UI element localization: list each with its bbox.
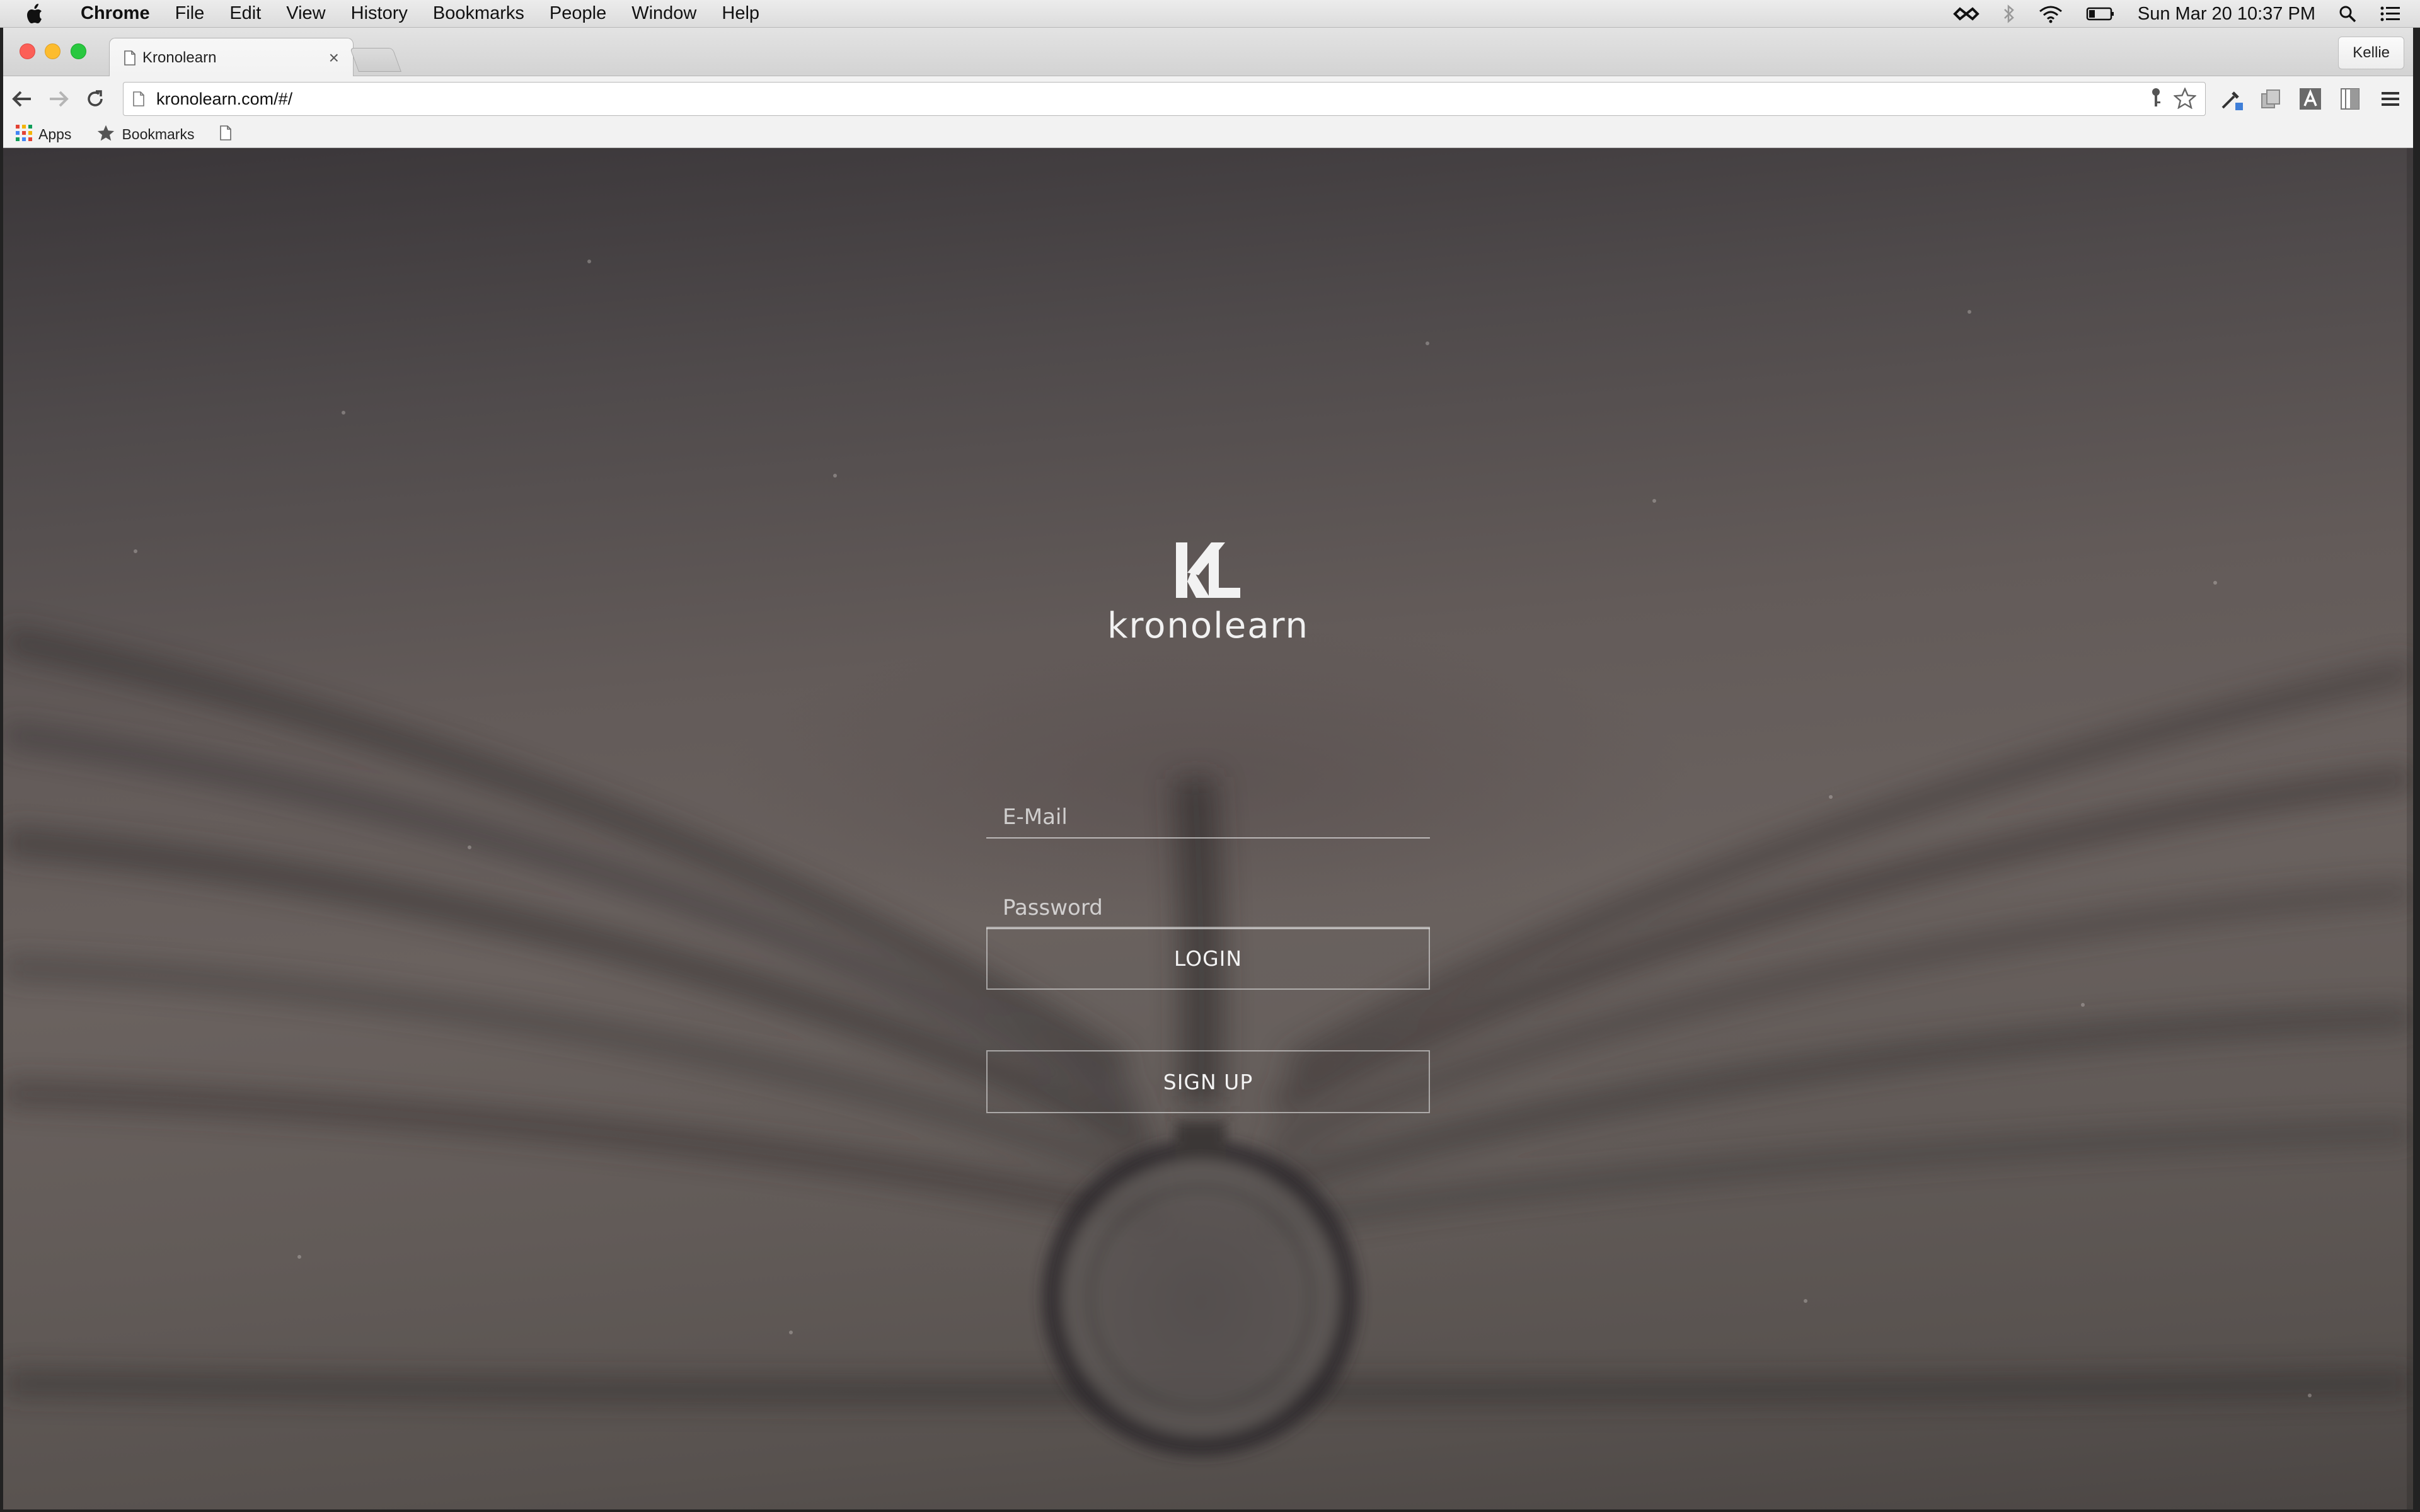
clock[interactable]: Sun Mar 20 10:37 PM [2138,4,2315,25]
chrome-menu-icon[interactable] [2375,84,2406,114]
eyedropper-extension-icon[interactable] [2216,84,2247,114]
login-page: kronolearn LOGIN SIGN UP [3,148,2413,1509]
kronolearn-logo-icon [1176,542,1240,598]
brand-name: kronolearn [1107,605,1310,646]
back-icon[interactable] [4,81,40,117]
close-window-button[interactable] [20,43,35,59]
menu-help[interactable]: Help [709,3,772,24]
wifi-icon[interactable] [2038,4,2063,23]
brand-block: kronolearn [986,540,1430,646]
os-menu-bar: Chrome File Edit View History Bookmarks … [0,0,2420,28]
page-icon [124,50,136,66]
zoom-window-button[interactable] [71,43,86,59]
menu-history[interactable]: History [338,3,420,24]
menu-app-name[interactable]: Chrome [68,3,163,24]
bookmarks-bar: Apps Bookmarks [3,122,2413,148]
bookmark-star-icon[interactable] [2172,86,2198,113]
page-icon [219,125,232,144]
password-field[interactable] [986,869,1430,929]
menu-file[interactable]: File [163,3,217,24]
apps-grid-icon [16,124,32,145]
menu-window[interactable]: Window [619,3,709,24]
address-bar[interactable]: kronolearn.com/#/ [123,82,2206,116]
key-icon[interactable] [2150,88,2162,113]
bookmarks-label: Bookmarks [122,126,195,142]
menu-view[interactable]: View [274,3,338,24]
tab-close-icon[interactable]: × [329,48,339,68]
font-extension-icon[interactable] [2295,84,2325,114]
tab-kronolearn[interactable]: Kronolearn × [109,38,354,77]
reload-icon[interactable] [78,81,113,117]
star-icon [96,124,115,146]
page-edge [2407,148,2413,1509]
browser-toolbar: kronolearn.com/#/ [3,76,2413,122]
url-text[interactable]: kronolearn.com/#/ [156,89,292,109]
forward-icon[interactable] [41,81,76,117]
notification-center-icon[interactable] [2380,5,2401,23]
apple-menu-icon[interactable] [0,3,68,25]
menu-people[interactable]: People [537,3,619,24]
email-field[interactable] [986,778,1430,839]
ruler-extension-icon[interactable] [2335,84,2365,114]
spotlight-search-icon[interactable] [2338,4,2357,23]
menu-edit[interactable]: Edit [217,3,274,24]
login-button[interactable]: LOGIN [986,927,1430,990]
status-area: Sun Mar 20 10:37 PM [1952,0,2420,28]
menu-bookmarks[interactable]: Bookmarks [420,3,537,24]
tab-strip: Kronolearn × Kellie [3,28,2413,77]
page-info-icon[interactable] [132,91,145,106]
copy-extension-icon[interactable] [2256,84,2286,114]
new-tab-button[interactable] [350,48,401,72]
browser-window: Kronolearn × Kellie kronolearn.com/#/ Ap… [3,28,2413,1509]
minimize-window-button[interactable] [45,43,60,59]
bookmarks-folder[interactable]: Bookmarks [84,124,207,146]
signup-button[interactable]: SIGN UP [986,1050,1430,1113]
profile-button[interactable]: Kellie [2338,37,2404,69]
battery-icon[interactable] [2086,6,2115,21]
apps-label: Apps [38,126,72,142]
bluetooth-icon[interactable] [2003,4,2015,23]
tab-title: Kronolearn [142,49,217,66]
apps-shortcut[interactable]: Apps [3,124,84,145]
bookmark-page-item[interactable] [207,125,245,144]
link-status-icon[interactable] [1952,6,1980,21]
address-bar-actions [2150,86,2198,113]
